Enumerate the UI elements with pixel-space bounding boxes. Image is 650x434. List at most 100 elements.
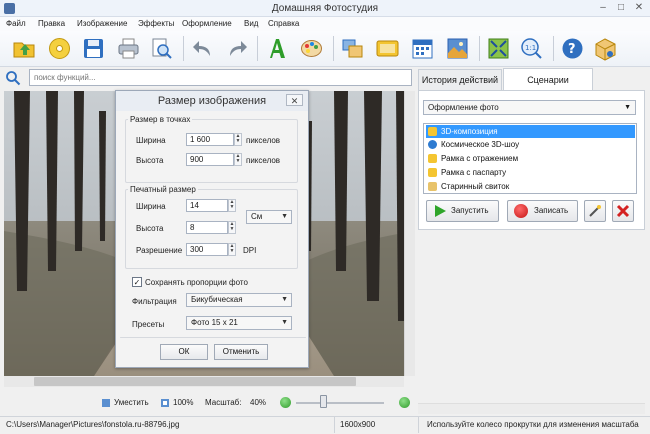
box-icon[interactable] (592, 35, 619, 62)
list-item[interactable]: Рамка с паспарту (426, 166, 635, 179)
resolution-spinner[interactable]: ▲ ▼ (228, 243, 236, 256)
print-height-label: Высота (136, 224, 164, 233)
print-preview-icon[interactable] (148, 35, 175, 62)
scenario-category-select[interactable]: Оформление фото ▼ (423, 100, 636, 115)
ok-button[interactable]: ОК (160, 344, 208, 360)
open-folder-icon[interactable] (11, 35, 38, 62)
width-spinner[interactable]: ▲ ▼ (234, 133, 242, 146)
scenario-category-value: Оформление фото (428, 103, 499, 112)
search-input[interactable] (29, 69, 412, 86)
disc-icon[interactable] (46, 35, 73, 62)
list-item[interactable]: Старинный свиток (426, 180, 635, 193)
toolbar-separator (479, 36, 480, 61)
fit-icon[interactable] (485, 35, 512, 62)
run-button[interactable]: Запустить (426, 200, 499, 222)
redo-icon[interactable] (223, 35, 250, 62)
cancel-button[interactable]: Отменить (214, 344, 268, 360)
width-label: Ширина (136, 136, 166, 145)
fit-button[interactable]: Уместить (114, 398, 149, 407)
filter-label: Фильтрация (132, 297, 177, 306)
frame-icon[interactable] (339, 35, 366, 62)
print-height-input[interactable]: 8 (186, 221, 228, 234)
menu-view[interactable]: Вид (244, 19, 258, 28)
resolution-input[interactable]: 300 (186, 243, 228, 256)
horizontal-scroll-thumb[interactable] (34, 377, 356, 386)
record-button-label: Записать (534, 206, 569, 215)
print-width-spinner[interactable]: ▲ ▼ (228, 199, 236, 212)
delete-scenario-button[interactable] (612, 200, 634, 222)
collage-icon[interactable] (444, 35, 471, 62)
menu-bar: Файл Правка Изображение Эффекты Оформлен… (0, 17, 650, 31)
cube-icon (428, 127, 437, 136)
zoom-out-icon[interactable] (280, 397, 291, 408)
height-spinner[interactable]: ▲ ▼ (234, 153, 242, 166)
maximize-button[interactable]: □ (614, 2, 628, 14)
filter-select[interactable]: Бикубическая ▼ (186, 293, 292, 307)
print-width-input[interactable]: 14 (186, 199, 228, 212)
save-icon[interactable] (80, 35, 107, 62)
text-icon[interactable] (264, 35, 291, 62)
panel-scrollbar[interactable] (418, 403, 645, 414)
menu-help[interactable]: Справка (268, 19, 299, 28)
zoom-slider[interactable] (296, 402, 384, 404)
undo-icon[interactable] (190, 35, 217, 62)
list-item[interactable]: 3D-композиция (426, 125, 635, 138)
svg-text:1:1: 1:1 (525, 44, 536, 52)
preset-select[interactable]: Фото 15 x 21 ▼ (186, 316, 292, 330)
svg-text:?: ? (568, 42, 576, 57)
actual-size-icon[interactable]: 1:1 (518, 35, 545, 62)
zoom-in-icon[interactable] (399, 397, 410, 408)
menu-file[interactable]: Файл (6, 19, 26, 28)
globe-icon (428, 140, 437, 149)
image-size-dialog: Размер изображения ✕ Размер в точках Шир… (115, 90, 309, 368)
print-height-spinner[interactable]: ▲ ▼ (228, 221, 236, 234)
toolbar-separator (183, 36, 184, 61)
unit-select[interactable]: См ▼ (246, 210, 292, 224)
menu-effects[interactable]: Эффекты (138, 19, 174, 28)
dialog-close-button[interactable]: ✕ (286, 94, 303, 106)
width-input[interactable]: 1 600 (186, 133, 234, 146)
unit-select-value: См (251, 212, 263, 221)
help-icon[interactable]: ? (559, 35, 586, 62)
minimize-button[interactable]: – (596, 2, 610, 14)
keep-proportions-label: Сохранять пропорции фото (145, 278, 248, 287)
status-separator (334, 417, 335, 433)
close-button[interactable]: ✕ (632, 2, 646, 14)
menu-design[interactable]: Оформление (182, 19, 232, 28)
search-icon (5, 70, 21, 86)
tab-scenarios[interactable]: Сценарии (503, 68, 593, 91)
filter-select-value: Бикубическая (191, 295, 243, 304)
list-item[interactable]: Рамка с отражением (426, 152, 635, 165)
keep-proportions-checkbox[interactable]: ✓ (132, 277, 142, 287)
scroll-icon (428, 182, 437, 191)
width-unit: пикселов (246, 136, 281, 145)
tab-history[interactable]: История действий (418, 69, 502, 90)
status-hint: Используйте колесо прокрутки для изменен… (427, 420, 639, 429)
height-unit: пикселов (246, 156, 281, 165)
list-item-label: 3D-композиция (441, 127, 498, 136)
status-resolution: 1600x900 (340, 420, 376, 429)
list-item-label: Рамка с отражением (441, 154, 519, 163)
dialog-title: Размер изображения (116, 91, 308, 111)
height-input[interactable]: 900 (186, 153, 234, 166)
card-icon[interactable] (374, 35, 401, 62)
record-button[interactable]: Записать (507, 200, 578, 222)
print-width-label: Ширина (136, 202, 166, 211)
zoom-slider-thumb[interactable] (320, 395, 327, 408)
edit-scenario-button[interactable] (584, 200, 606, 222)
preset-select-value: Фото 15 x 21 (191, 318, 238, 327)
toolbar: 1:1 ? (0, 31, 650, 67)
list-item[interactable]: Космическое 3D-шоу (426, 138, 635, 151)
toolbar-separator (553, 36, 554, 61)
menu-image[interactable]: Изображение (77, 19, 127, 28)
list-item-label: Старинный свиток (441, 182, 510, 191)
print-icon[interactable] (115, 35, 142, 62)
full-size-button[interactable]: 100% (173, 398, 193, 407)
vertical-scrollbar[interactable] (404, 91, 415, 376)
palette-icon[interactable] (298, 35, 325, 62)
height-label: Высота (136, 156, 164, 165)
play-icon (435, 205, 446, 217)
calendar-icon[interactable] (409, 35, 436, 62)
menu-edit[interactable]: Правка (38, 19, 65, 28)
chevron-down-icon: ▼ (281, 319, 288, 326)
